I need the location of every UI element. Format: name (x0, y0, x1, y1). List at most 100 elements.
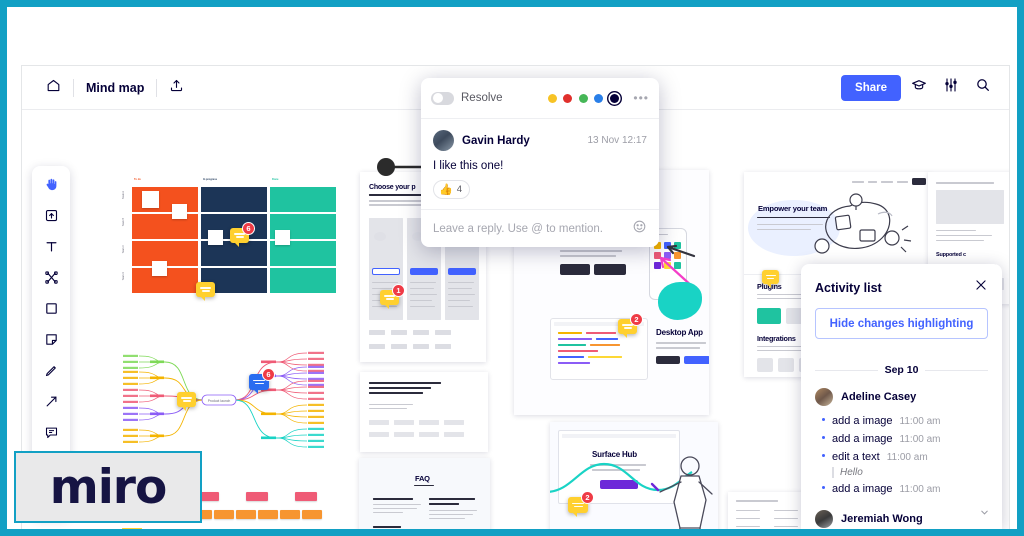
kanban-column-label: To do (134, 178, 141, 181)
miro-logo-text: miro (49, 459, 168, 515)
kanban-cell[interactable] (270, 187, 336, 212)
activity-item[interactable]: edit a text 11:00 am (815, 448, 988, 466)
canvas-comment-bubble[interactable]: 1 (380, 284, 405, 309)
mindmap-tool[interactable] (36, 266, 66, 294)
mindmap-node-icon (44, 270, 59, 290)
canvas-comment-bubble[interactable]: 6 (230, 222, 255, 247)
activity-time: 11:00 am (899, 416, 941, 427)
arrow-tool[interactable] (36, 390, 66, 418)
upload-tool[interactable] (36, 204, 66, 232)
hide-changes-highlighting-button[interactable]: Hide changes highlighting (815, 308, 988, 339)
kanban-card[interactable] (208, 230, 223, 245)
color-swatch-green[interactable] (578, 93, 588, 103)
comment-more-menu[interactable]: ••• (633, 91, 649, 105)
pen-tool[interactable] (36, 359, 66, 387)
resolve-toggle[interactable] (431, 91, 454, 105)
comment-badge: 6 (262, 368, 275, 381)
color-swatch-yellow[interactable] (547, 93, 557, 103)
upload-box-icon (44, 208, 59, 228)
mind-map-object[interactable]: Product launch (114, 338, 334, 460)
text-t-icon (44, 239, 59, 259)
share-button[interactable]: Share (841, 74, 901, 101)
comment-badge: 2 (581, 491, 594, 504)
pricing-page-heading: Choose your p (369, 184, 416, 191)
text-tool[interactable] (36, 235, 66, 263)
learning-center-button[interactable] (905, 74, 933, 102)
sticky-note[interactable] (302, 510, 322, 519)
faq-page-object[interactable]: FAQ (359, 458, 490, 529)
graduation-cap-icon (911, 77, 927, 98)
home-button[interactable] (34, 73, 73, 103)
day-label: Sep 10 (884, 364, 919, 376)
hand-tool[interactable] (36, 173, 66, 201)
close-icon[interactable] (974, 278, 988, 297)
comment-tool[interactable] (36, 421, 66, 449)
color-swatch-black[interactable] (609, 93, 619, 103)
testimonial-page-object[interactable] (360, 372, 488, 452)
sticky-note-icon (44, 332, 59, 352)
search-button[interactable] (969, 74, 997, 102)
search-icon (975, 77, 991, 98)
kanban-cell[interactable] (132, 214, 198, 239)
comment-popup: Resolve ••• Gavin Hardy 13 Nov 12:17 I l… (421, 78, 659, 247)
canvas-comment-bubble[interactable]: 6 (249, 368, 275, 394)
activity-action: add a image (832, 483, 893, 495)
activity-item[interactable]: add a image 11:00 am (815, 412, 988, 430)
activity-time: 11:00 am (899, 434, 941, 445)
activity-user: Adeline Casey (815, 388, 988, 406)
mind-map-branches: Product launch (123, 351, 324, 448)
kanban-cell[interactable] (201, 187, 267, 212)
comment-timestamp: 13 Nov 12:17 (587, 135, 648, 146)
bullet-icon (822, 486, 825, 489)
chevron-down-icon[interactable] (979, 505, 990, 523)
canvas-comment-bubble[interactable] (196, 282, 215, 301)
sticky-note[interactable] (214, 510, 234, 519)
shape-tool[interactable] (36, 297, 66, 325)
surface-hub-heading: Surface Hub (592, 450, 637, 459)
kanban-column-label: In progress (203, 178, 218, 181)
canvas-comment-bubble[interactable]: 2 (618, 313, 643, 338)
comment-reaction[interactable]: 👍 4 (433, 180, 470, 199)
activity-action: add a image (832, 433, 893, 445)
kanban-row-label: Team D (122, 272, 125, 281)
comment-reply-input[interactable] (433, 222, 632, 235)
color-swatch-red[interactable] (563, 93, 573, 103)
day-divider: Sep 10 (815, 364, 989, 376)
kanban-card[interactable] (152, 261, 167, 276)
bullet-icon (822, 418, 825, 421)
sticky-note[interactable] (246, 492, 268, 501)
kanban-card[interactable] (142, 191, 159, 208)
board-name-button[interactable]: Mind map (74, 73, 156, 103)
sticky-note[interactable] (295, 492, 317, 501)
canvas-comment-bubble[interactable] (177, 392, 196, 411)
sticky-note[interactable] (280, 510, 300, 519)
kanban-row-label: Team B (122, 218, 125, 227)
sticky-note[interactable] (258, 510, 278, 519)
settings-button[interactable] (937, 74, 965, 102)
faq-page-heading: FAQ (415, 474, 430, 483)
emoji-smiley-icon[interactable] (632, 219, 647, 239)
activity-item[interactable]: add a image 11:00 am (815, 430, 988, 448)
activity-time: 11:00 am (886, 452, 928, 463)
activity-scroll-area[interactable]: Sep 10 Adeline Casey add a image 11:00 a… (801, 352, 1002, 529)
kanban-card[interactable] (172, 204, 187, 219)
bullet-icon (822, 436, 825, 439)
activity-time: 11:00 am (899, 484, 941, 495)
screenshot-frame: Mind map Share To do In progress Done Te… (0, 0, 1024, 536)
kanban-row-label: Team A (122, 191, 125, 199)
sticky-note-tool[interactable] (36, 328, 66, 356)
canvas-comment-bubble[interactable] (762, 270, 779, 288)
canvas-comment-bubble[interactable]: 2 (568, 491, 594, 517)
export-button[interactable] (157, 73, 196, 103)
kanban-card[interactable] (275, 230, 290, 245)
kanban-cell[interactable] (270, 268, 336, 293)
desktop-app-heading: Desktop App (656, 328, 703, 337)
activity-list-panel: Activity list Hide changes highlighting … (801, 264, 1002, 529)
color-swatch-blue[interactable] (594, 93, 604, 103)
sticky-note[interactable] (236, 510, 256, 519)
arrow-icon (44, 394, 59, 414)
kanban-board-object[interactable]: To do In progress Done Team A Team B Team C Te… (120, 178, 336, 293)
comment-author: Gavin Hardy (462, 134, 530, 147)
activity-item[interactable]: add a image 11:00 am (815, 480, 988, 498)
empower-team-heading: Empower your team (758, 204, 828, 213)
